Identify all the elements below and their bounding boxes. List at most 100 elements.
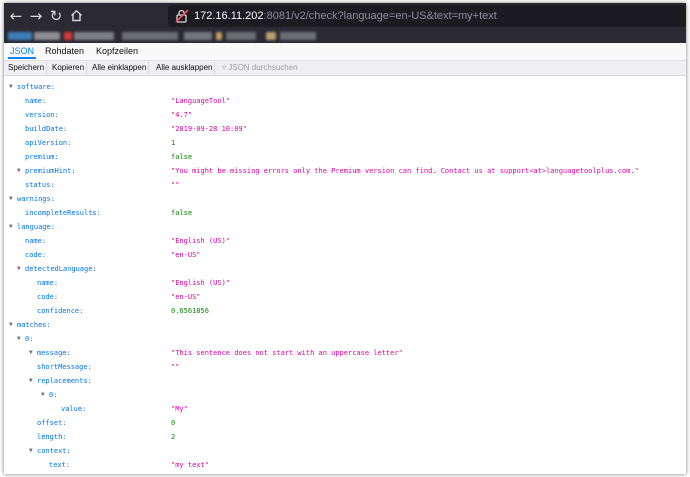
json-key: 0: xyxy=(49,391,58,399)
insecure-lock-icon[interactable] xyxy=(174,8,190,24)
json-value: 1 xyxy=(171,139,176,147)
bookmark-item[interactable] xyxy=(64,32,72,40)
json-key: 0: xyxy=(25,335,34,343)
json-row[interactable]: ▼ warnings: xyxy=(4,192,686,206)
json-row[interactable]: ▼ message: "This sentence does not start w… xyxy=(4,346,686,360)
json-value: "en-US" xyxy=(171,251,201,259)
json-value: 0.6561856 xyxy=(171,307,209,315)
url-text: 172.16.11.202:8081/v2/check?language=en-… xyxy=(194,8,497,24)
bookmark-item[interactable] xyxy=(216,32,222,40)
expand-toggle-icon[interactable]: ▼ xyxy=(9,80,13,94)
expand-toggle-icon[interactable]: ▼ xyxy=(9,318,13,332)
json-key: code: xyxy=(25,251,47,259)
json-row: length: 2 xyxy=(4,430,686,444)
json-row: value: "My" xyxy=(4,402,686,416)
expand-toggle-icon[interactable]: ▼ xyxy=(17,164,21,178)
json-row: status: "" xyxy=(4,178,686,192)
bookmark-item[interactable] xyxy=(280,32,316,40)
json-row[interactable]: ▼ replacements: xyxy=(4,374,686,388)
reload-icon[interactable]: ↻ xyxy=(46,6,66,26)
bookmark-item[interactable] xyxy=(184,32,212,40)
expand-toggle-icon[interactable]: ▼ xyxy=(29,444,33,458)
collapse-all-button[interactable]: Alle ausklappen xyxy=(154,62,216,74)
expand-toggle-icon[interactable]: ▼ xyxy=(9,220,13,234)
json-key: message: xyxy=(37,349,71,357)
json-value: "en-US" xyxy=(171,293,201,301)
expand-toggle-icon[interactable]: ▼ xyxy=(9,192,13,206)
json-key: replacements: xyxy=(37,377,92,385)
json-value: "4.7" xyxy=(171,111,193,119)
save-button[interactable]: Speichern xyxy=(6,62,48,74)
json-key: warnings: xyxy=(17,195,55,203)
forward-icon[interactable]: → xyxy=(26,6,46,26)
json-row: code: "en-US" xyxy=(4,248,686,262)
json-key: detectedLanguage: xyxy=(25,265,97,273)
expand-toggle-icon[interactable]: ▼ xyxy=(17,332,21,346)
json-row[interactable]: ▼ 0: xyxy=(4,332,686,346)
tab-raw-data[interactable]: Rohdaten xyxy=(45,45,84,58)
json-key: version: xyxy=(25,111,59,119)
bookmark-item[interactable] xyxy=(226,32,256,40)
json-row: incompleteResults: false xyxy=(4,206,686,220)
filter-placeholder: JSON durchsuchen xyxy=(228,63,298,72)
bookmark-item[interactable] xyxy=(266,32,276,40)
json-value: false xyxy=(171,153,193,161)
address-bar[interactable]: 172.16.11.202:8081/v2/check?language=en-… xyxy=(168,5,686,27)
json-row: text: "my text" xyxy=(4,458,686,472)
json-key: name: xyxy=(37,279,59,287)
json-row: name: "English (US)" xyxy=(4,276,686,290)
json-value: "English (US)" xyxy=(171,237,231,245)
json-key: name: xyxy=(25,237,47,245)
bookmark-item[interactable] xyxy=(122,32,178,40)
json-row[interactable]: ▼ 0: xyxy=(4,388,686,402)
expand-all-button[interactable]: Alle einklappen xyxy=(90,62,150,74)
back-icon[interactable]: ← xyxy=(6,6,26,26)
json-filter-input[interactable]: ▿ JSON durchsuchen xyxy=(222,62,298,74)
json-row[interactable]: ▼ context: xyxy=(4,444,686,458)
expand-toggle-icon[interactable]: ▼ xyxy=(29,374,33,388)
json-row: offset: 0 xyxy=(4,416,686,430)
json-value: "You might be missing errors only the Pr… xyxy=(171,167,639,175)
json-row: apiVersion: 1 xyxy=(4,136,686,150)
browser-window: ← → ↻ 172.16.11.202:8081/v2/check?langua… xyxy=(4,3,686,474)
json-key: status: xyxy=(25,181,55,189)
json-key: buildDate: xyxy=(25,125,68,133)
json-value: "" xyxy=(171,363,180,371)
json-value: 0 xyxy=(171,419,176,427)
json-row: shortMessage: "" xyxy=(4,360,686,374)
home-icon[interactable] xyxy=(66,6,86,26)
json-key: apiVersion: xyxy=(25,139,72,147)
json-key: offset: xyxy=(37,419,67,427)
tab-headers[interactable]: Kopfzeilen xyxy=(96,45,138,58)
json-row: confidence: 0.6561856 xyxy=(4,304,686,318)
bookmark-item[interactable] xyxy=(8,32,32,40)
expand-toggle-icon[interactable]: ▼ xyxy=(29,346,33,360)
json-key: premiumHint: xyxy=(25,167,76,175)
url-path: :8081/v2/check?language=en-US&text=my+te… xyxy=(263,10,497,22)
json-value: "2019-09-28 10:09" xyxy=(171,125,247,133)
json-key: text: xyxy=(49,461,71,469)
json-row[interactable]: ▼ matches: xyxy=(4,318,686,332)
json-key: length: xyxy=(37,433,67,441)
bookmark-item[interactable] xyxy=(34,32,60,40)
json-key: premium: xyxy=(25,153,59,161)
json-row[interactable]: ▼ detectedLanguage: xyxy=(4,262,686,276)
copy-button[interactable]: Kopieren xyxy=(50,62,88,74)
expand-toggle-icon[interactable]: ▼ xyxy=(17,262,21,276)
bookmark-item[interactable] xyxy=(74,32,114,40)
json-row: name: "LanguageTool" xyxy=(4,94,686,108)
json-row: code: "en-US" xyxy=(4,290,686,304)
navigation-bar: ← → ↻ 172.16.11.202:8081/v2/check?langua… xyxy=(4,3,686,29)
json-key: name: xyxy=(25,97,47,105)
json-row[interactable]: ▼ software: xyxy=(4,80,686,94)
bookmarks-bar xyxy=(4,29,686,43)
json-value: "This sentence does not start with an up… xyxy=(171,349,403,357)
json-value: "English (US)" xyxy=(171,279,231,287)
active-tab-indicator xyxy=(8,57,36,59)
json-key: incompleteResults: xyxy=(25,209,101,217)
json-row[interactable]: ▼ premiumHint: "You might be missing error… xyxy=(4,164,686,178)
json-row[interactable]: ▼ language: xyxy=(4,220,686,234)
json-row: name: "English (US)" xyxy=(4,234,686,248)
expand-toggle-icon[interactable]: ▼ xyxy=(41,388,45,402)
json-tree: ▼ software: name: "LanguageTool" version: "4.… xyxy=(4,76,686,474)
